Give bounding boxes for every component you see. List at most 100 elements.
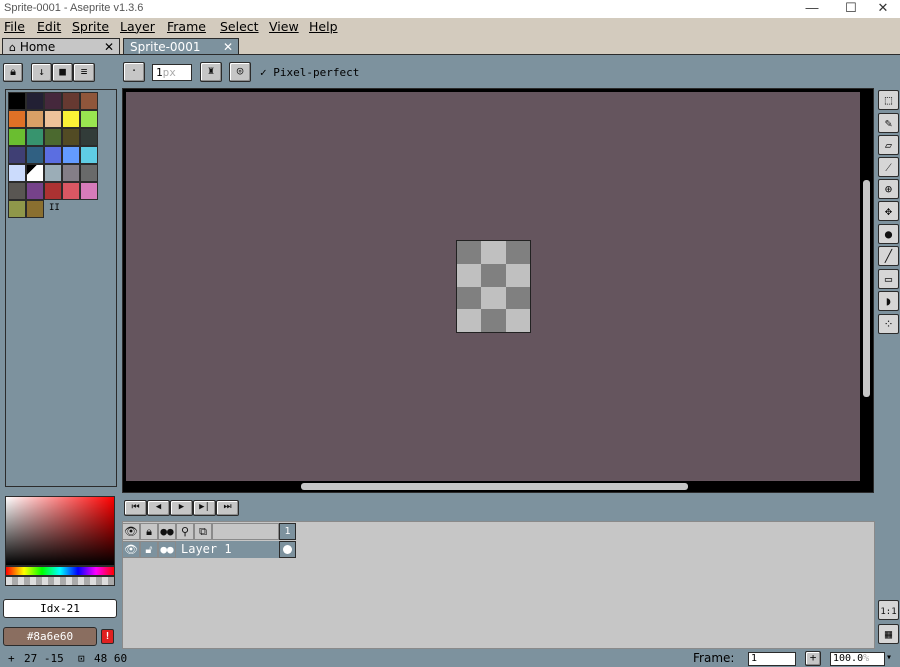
onion-skin-button[interactable]: ●● [158, 523, 176, 540]
zoom-icon: ⊕ [884, 182, 893, 196]
pixel-perfect-checkbox[interactable]: ✓ Pixel-perfect [260, 66, 359, 79]
prev-frame-button[interactable]: ◀ [147, 500, 170, 516]
timeline-toggle-button[interactable]: ▦ [878, 624, 899, 644]
palette-swatch[interactable] [44, 128, 62, 146]
color-spectrum[interactable] [5, 496, 115, 566]
palette-swatch[interactable] [44, 182, 62, 200]
palette-swatch[interactable] [8, 92, 26, 110]
visibility-header-button[interactable]: 👁︎ [122, 523, 140, 540]
palette-swatch[interactable] [8, 128, 26, 146]
layer-lock-toggle[interactable]: 🔓︎ [140, 541, 158, 558]
frame-header-1[interactable]: 1 [279, 523, 296, 540]
color-index-button[interactable]: Idx-21 [3, 599, 117, 618]
palette-swatch[interactable] [26, 164, 44, 182]
horizontal-scrollbar[interactable] [301, 483, 688, 490]
symmetry-button[interactable]: ◎ [229, 62, 251, 82]
palette-swatch[interactable] [62, 182, 80, 200]
menu-view[interactable]: View [269, 19, 299, 34]
palette-swatch[interactable] [44, 146, 62, 164]
layer-name[interactable]: Layer 1 [178, 541, 278, 558]
lock-header-button[interactable]: 🔒︎ [140, 523, 158, 540]
palette-swatch[interactable] [26, 146, 44, 164]
layer-visibility-toggle[interactable]: 👁︎ [122, 541, 140, 558]
contour-tool-button[interactable]: ◗ [878, 291, 899, 311]
checker-cell [481, 263, 506, 287]
zoom-dropdown-icon[interactable]: ▾ [886, 652, 892, 663]
palette-swatch[interactable] [8, 182, 26, 200]
vertical-scrollbar[interactable] [863, 180, 870, 397]
alpha-slider[interactable] [5, 576, 115, 586]
menu-layer[interactable]: Layer [120, 19, 155, 34]
move-tool-button[interactable]: ✥ [878, 201, 899, 221]
palette-swatch[interactable] [62, 110, 80, 128]
frame-input[interactable]: 1 [748, 652, 796, 666]
eraser-tool-button[interactable]: ▱ [878, 135, 899, 155]
palette-swatch[interactable] [80, 164, 98, 182]
layer-continuous-toggle[interactable]: ●● [158, 541, 176, 558]
palette-swatch[interactable] [26, 200, 44, 218]
close-window-button[interactable]: ✕ [868, 0, 898, 18]
tab-home-close-icon[interactable]: ✕ [104, 39, 114, 55]
marquee-tool-button[interactable]: ⬚ [878, 90, 899, 110]
zoom-input[interactable]: 100.0% [830, 652, 885, 666]
palette-swatch[interactable] [26, 128, 44, 146]
warning-icon[interactable]: ! [101, 629, 114, 644]
palette-swatch[interactable] [26, 110, 44, 128]
palette-swatch[interactable] [8, 164, 26, 182]
brush-type-button[interactable]: · [123, 62, 145, 82]
palette-swatch[interactable] [26, 182, 44, 200]
pixel-ratio-button[interactable]: 1:1 [878, 600, 899, 620]
palette-swatch[interactable] [44, 164, 62, 182]
cel-frame-1[interactable] [279, 541, 296, 558]
palette-swatch[interactable] [62, 146, 80, 164]
palette-down-button[interactable]: ↓ [31, 63, 52, 82]
lock-palette-button[interactable]: 🔒︎ [3, 63, 23, 82]
add-frame-button[interactable]: + [805, 651, 821, 666]
first-frame-button[interactable]: ⏮ [124, 500, 147, 516]
menu-select[interactable]: Select [220, 19, 259, 34]
palette-swatch[interactable] [8, 146, 26, 164]
palette-swatch[interactable] [80, 182, 98, 200]
cursor-position: 27 -15 [24, 652, 64, 665]
pencil-tool-button[interactable]: ✎ [878, 113, 899, 133]
eyedropper-tool-button[interactable]: ⁄ [878, 157, 899, 177]
palette-swatch[interactable] [8, 200, 26, 218]
menu-file[interactable]: File [4, 19, 25, 34]
palette-swatch[interactable] [80, 92, 98, 110]
palette-swatch[interactable] [62, 164, 80, 182]
menu-edit[interactable]: Edit [37, 19, 61, 34]
tab-sprite-label: Sprite-0001 [130, 40, 201, 54]
menu-help[interactable]: Help [309, 19, 338, 34]
palette-swatch[interactable] [62, 92, 80, 110]
maximize-button[interactable]: ☐ [836, 0, 866, 18]
next-frame-button[interactable]: ▶| [193, 500, 216, 516]
foreground-color-button[interactable]: #8a6e60 [3, 627, 97, 646]
hue-slider[interactable] [5, 566, 115, 576]
continuous-button[interactable]: ⧉ [194, 523, 212, 540]
palette-swatch[interactable] [8, 110, 26, 128]
line-tool-button[interactable]: ╱ [878, 246, 899, 266]
palette-menu-button[interactable]: ≡ [73, 63, 95, 82]
sprite-canvas[interactable] [456, 240, 531, 333]
palette-swatch[interactable] [26, 92, 44, 110]
zoom-tool-button[interactable]: ⊕ [878, 179, 899, 199]
palette-swatch[interactable] [44, 92, 62, 110]
spray-tool-button[interactable]: ⁘ [878, 314, 899, 334]
tab-sprite-close-icon[interactable]: ✕ [223, 39, 233, 55]
palette-swatch[interactable] [44, 110, 62, 128]
palette-swatch[interactable] [80, 146, 98, 164]
menu-frame[interactable]: Frame [167, 19, 206, 34]
palette-save-button[interactable]: ■ [52, 63, 73, 82]
link-cels-button[interactable]: ⚲ [176, 523, 194, 540]
ink-button[interactable]: ♜ [200, 62, 222, 82]
menu-sprite[interactable]: Sprite [72, 19, 109, 34]
palette-swatch[interactable] [62, 128, 80, 146]
play-button[interactable]: ▶ [170, 500, 193, 516]
fill-tool-button[interactable]: ● [878, 224, 899, 244]
brush-size-input[interactable]: 1px [152, 64, 192, 81]
palette-swatch[interactable] [80, 128, 98, 146]
minimize-button[interactable]: — [797, 0, 827, 18]
palette-swatch[interactable] [80, 110, 98, 128]
rectangle-tool-button[interactable]: ▭ [878, 269, 899, 289]
last-frame-button[interactable]: ⏭ [216, 500, 239, 516]
